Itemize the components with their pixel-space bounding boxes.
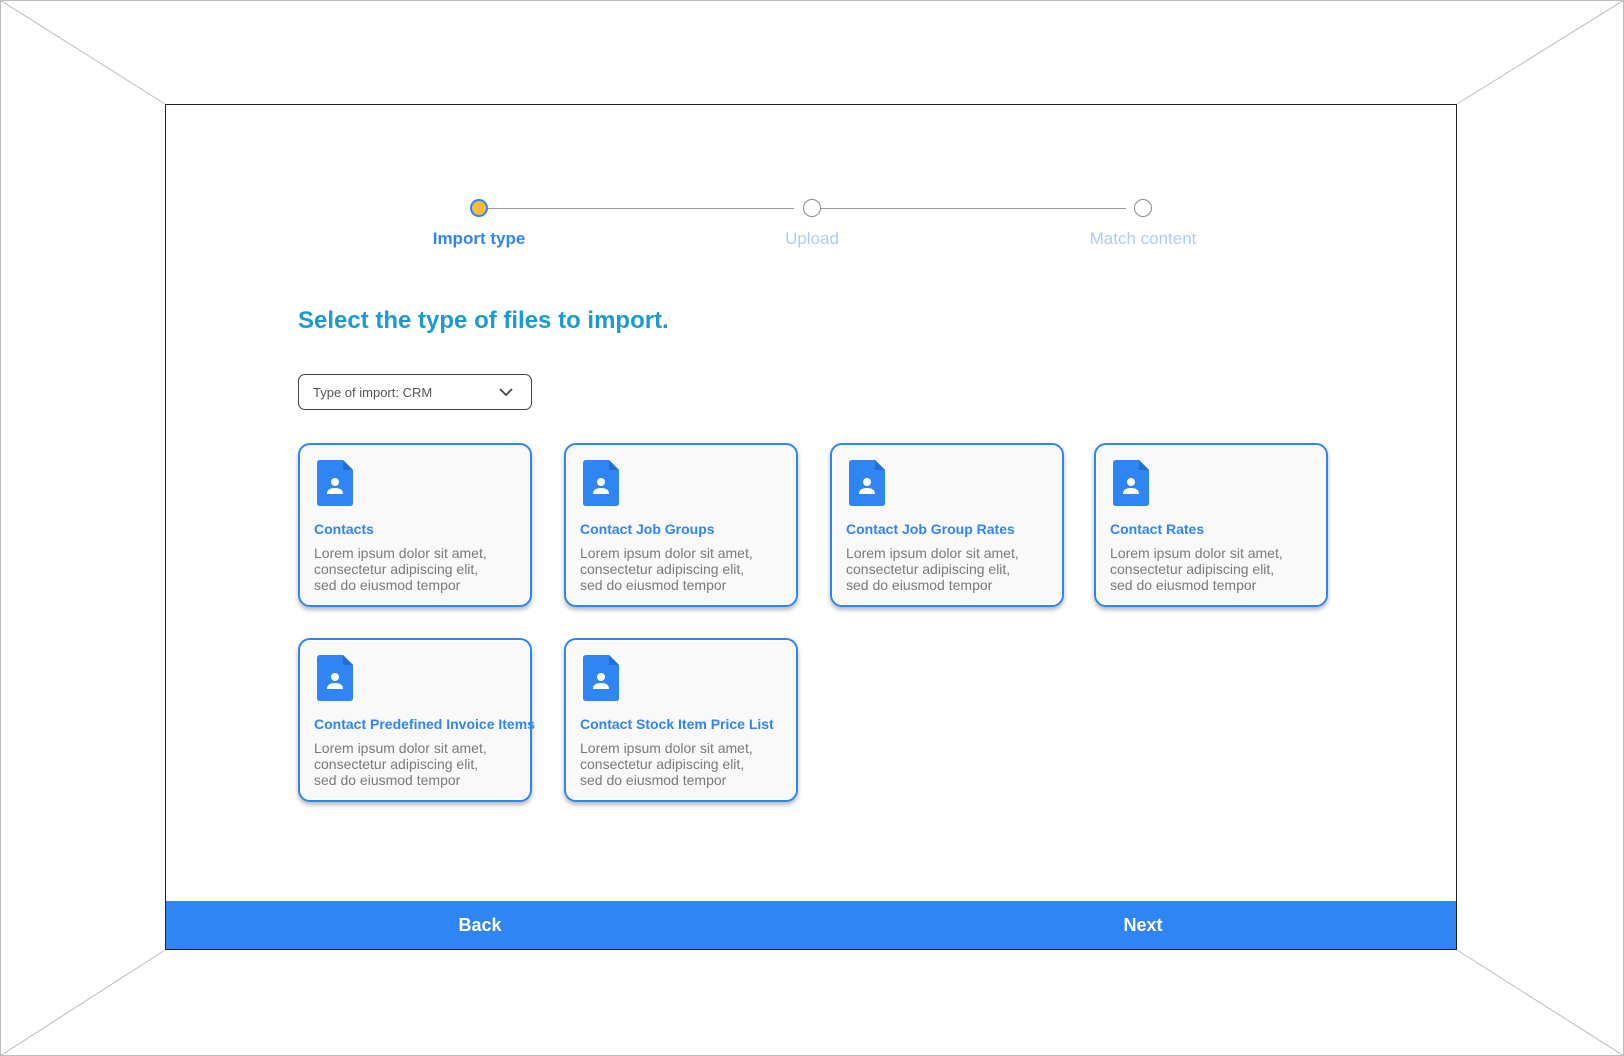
card-title: Contact Job Groups — [580, 521, 715, 537]
page-title: Select the type of files to import. — [298, 307, 669, 334]
card-title: Contact Job Group Rates — [846, 521, 1015, 537]
contact-file-icon — [1113, 460, 1149, 511]
import-card-contact-stock-item-price-list[interactable]: Contact Stock Item Price List Lorem ipsu… — [564, 638, 798, 802]
stepper-connector — [479, 208, 794, 209]
import-card-contacts[interactable]: Contacts Lorem ipsum dolor sit amet, con… — [298, 443, 532, 607]
card-title: Contact Rates — [1110, 521, 1205, 537]
import-card-contact-rates[interactable]: Contact Rates Lorem ipsum dolor sit amet… — [1094, 443, 1328, 607]
step-match-content-dot[interactable] — [1134, 199, 1152, 217]
card-description: Lorem ipsum dolor sit amet, consectetur … — [314, 545, 487, 593]
contact-file-icon — [583, 655, 619, 706]
step-upload-dot[interactable] — [803, 199, 821, 217]
contact-file-icon — [583, 460, 619, 511]
import-card-contact-job-group-rates[interactable]: Contact Job Group Rates Lorem ipsum dolo… — [830, 443, 1064, 607]
step-import-type-dot[interactable] — [470, 199, 488, 217]
step-match-content-label[interactable]: Match content — [1043, 229, 1243, 249]
import-dialog: Import type Upload Match content Select … — [165, 104, 1457, 950]
import-card-contact-job-groups[interactable]: Contact Job Groups Lorem ipsum dolor sit… — [564, 443, 798, 607]
step-upload-label[interactable]: Upload — [712, 229, 912, 249]
import-type-select[interactable]: Type of import: CRM — [298, 374, 532, 410]
card-title: Contact Predefined Invoice Items — [314, 716, 535, 732]
import-card-contact-predefined-invoice-items[interactable]: Contact Predefined Invoice Items Lorem i… — [298, 638, 535, 802]
stepper: Import type Upload Match content — [166, 105, 1456, 265]
back-button[interactable]: Back — [380, 901, 580, 949]
card-title: Contact Stock Item Price List — [580, 716, 774, 732]
next-button[interactable]: Next — [1043, 901, 1243, 949]
stepper-connector — [812, 208, 1126, 209]
contact-file-icon — [317, 460, 353, 511]
contact-file-icon — [849, 460, 885, 511]
card-description: Lorem ipsum dolor sit amet, consectetur … — [580, 545, 753, 593]
step-import-type-label[interactable]: Import type — [379, 229, 579, 249]
footer-action-bar: Back Next — [166, 901, 1456, 949]
chevron-down-icon — [499, 388, 513, 397]
card-description: Lorem ipsum dolor sit amet, consectetur … — [1110, 545, 1283, 593]
card-description: Lorem ipsum dolor sit amet, consectetur … — [580, 740, 753, 788]
import-type-select-value: Type of import: CRM — [313, 384, 433, 400]
contact-file-icon — [317, 655, 353, 706]
card-title: Contacts — [314, 521, 374, 537]
card-description: Lorem ipsum dolor sit amet, consectetur … — [846, 545, 1019, 593]
card-description: Lorem ipsum dolor sit amet, consectetur … — [314, 740, 487, 788]
